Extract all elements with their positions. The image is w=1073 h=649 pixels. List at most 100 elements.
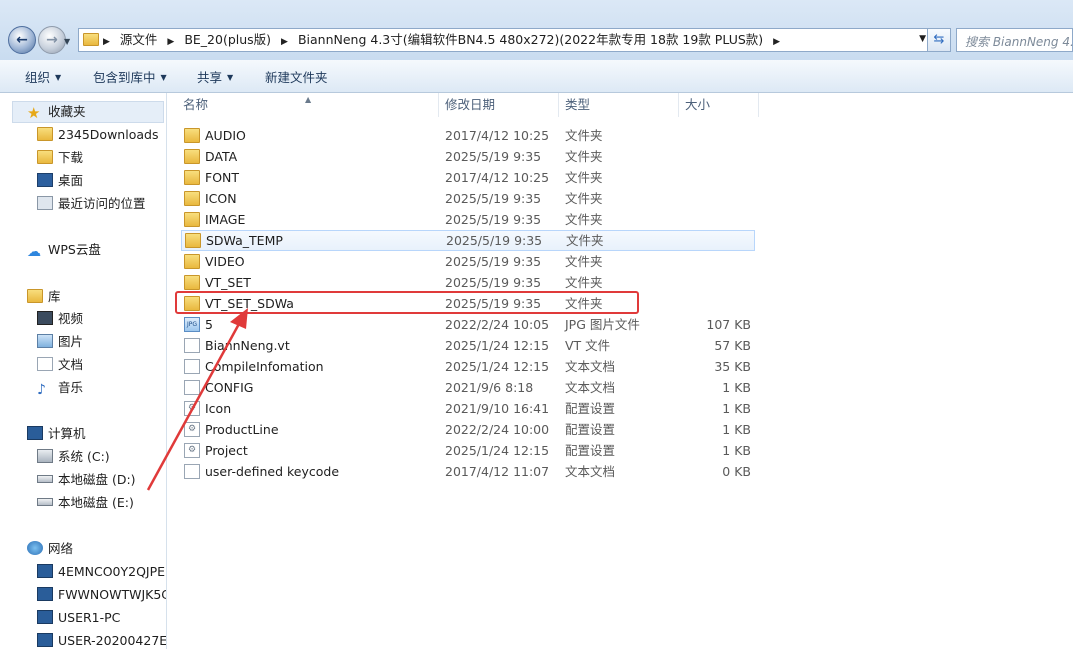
nav-label: 音乐 <box>58 380 84 395</box>
nav-item-music[interactable]: ♪ 音乐 <box>37 378 83 398</box>
nav-label: 本地磁盘 (E:) <box>58 495 134 510</box>
new-folder-button[interactable]: 新建文件夹 <box>265 67 328 86</box>
document-icon <box>37 357 53 371</box>
nav-network[interactable]: 网络 <box>27 539 73 559</box>
file-row[interactable]: CompileInfomation 2025/1/24 12:15 文本文档 35 K… <box>167 356 757 377</box>
nav-item-drive-e[interactable]: 本地磁盘 (E:) <box>37 493 134 513</box>
organize-button[interactable]: 组织 ▼ <box>25 67 61 86</box>
annotation-highlight-box <box>175 291 639 314</box>
file-size: 107 KB <box>706 317 751 332</box>
column-header-name[interactable]: ▲ 名称 <box>167 93 439 117</box>
history-dropdown-icon[interactable]: ▼ <box>64 37 70 46</box>
file-row[interactable]: FONT 2017/4/12 10:25 文件夹 <box>167 167 757 188</box>
file-row[interactable]: ProductLine 2022/2/24 10:00 配置设置 1 KB <box>167 419 757 440</box>
nav-item-downloads[interactable]: 下载 <box>37 148 83 168</box>
forward-button[interactable]: → <box>38 26 66 54</box>
file-size: 1 KB <box>722 422 751 437</box>
file-row[interactable]: user-defined keycode 2017/4/12 11:07 文本文档 0… <box>167 461 757 482</box>
breadcrumb-item[interactable]: 源文件 <box>120 32 158 47</box>
file-row[interactable]: VIDEO 2025/5/19 9:35 文件夹 <box>167 251 757 272</box>
nav-item-network-pc[interactable]: 4EMNCO0Y2QJPEI <box>37 562 166 582</box>
file-type: 文件夹 <box>565 191 603 206</box>
search-input[interactable]: 搜索 BiannNeng 4.3寸 <box>956 28 1073 52</box>
column-header-label: 名称 <box>183 97 209 112</box>
file-date: 2021/9/10 16:41 <box>445 401 550 416</box>
refresh-button[interactable]: ⇆ <box>927 28 951 52</box>
nav-item-desktop[interactable]: 桌面 <box>37 171 83 191</box>
computer-icon <box>37 610 53 624</box>
nav-item-documents[interactable]: 文档 <box>37 355 83 375</box>
column-header-size[interactable]: 大小 <box>679 93 759 117</box>
file-row[interactable]: IMAGE 2025/5/19 9:35 文件夹 <box>167 209 757 230</box>
file-row[interactable]: AUDIO 2017/4/12 10:25 文件夹 <box>167 125 757 146</box>
config-file-icon <box>184 401 200 416</box>
file-type: 配置设置 <box>565 401 616 416</box>
breadcrumb-separator-icon[interactable]: ▶ <box>281 37 288 47</box>
back-button[interactable]: ← <box>8 26 36 54</box>
file-type: 文件夹 <box>565 254 603 269</box>
file-type: 文件夹 <box>565 212 603 227</box>
nav-computer[interactable]: 计算机 <box>27 424 86 444</box>
file-row[interactable]: DATA 2025/5/19 9:35 文件夹 <box>167 146 757 167</box>
file-size: 0 KB <box>722 464 751 479</box>
file-name: ICON <box>205 191 237 206</box>
nav-label: 计算机 <box>48 426 86 441</box>
nav-label: 桌面 <box>58 173 84 188</box>
address-dropdown-icon[interactable]: ▼ <box>919 34 926 44</box>
recent-places-icon <box>37 196 53 210</box>
breadcrumb-separator-icon[interactable]: ▶ <box>167 37 174 47</box>
nav-label: 下载 <box>58 150 84 165</box>
file-row[interactable]: VT_SET 2025/5/19 9:35 文件夹 <box>167 272 757 293</box>
file-size: 1 KB <box>722 380 751 395</box>
nav-item-network-pc[interactable]: USER1-PC <box>37 608 120 628</box>
picture-icon <box>37 334 53 348</box>
include-library-button[interactable]: 包含到库中 ▼ <box>93 67 167 86</box>
text-file-icon <box>184 380 200 395</box>
folder-icon <box>37 127 53 141</box>
file-row[interactable]: CONFIG 2021/9/6 8:18 文本文档 1 KB <box>167 377 757 398</box>
nav-favorites[interactable]: ★ 收藏夹 <box>27 102 86 122</box>
file-size: 1 KB <box>722 443 751 458</box>
column-header-type[interactable]: 类型 <box>559 93 679 117</box>
address-bar[interactable]: ▶ 源文件 ▶ BE_20(plus版) ▶ BiannNeng 4.3寸(编辑… <box>78 28 951 52</box>
file-type: 文本文档 <box>565 380 616 395</box>
nav-item-2345downloads[interactable]: 2345Downloads <box>37 125 158 145</box>
file-name: DATA <box>205 149 238 164</box>
file-date: 2017/4/12 10:25 <box>445 128 550 143</box>
nav-item-videos[interactable]: 视频 <box>37 309 83 329</box>
nav-item-drive-d[interactable]: 本地磁盘 (D:) <box>37 470 136 490</box>
folder-icon <box>185 233 201 248</box>
nav-label: 收藏夹 <box>48 104 86 119</box>
breadcrumb-item[interactable]: BiannNeng 4.3寸(编辑软件BN4.5 480x272)(2022年款… <box>298 32 763 47</box>
file-name: BiannNeng.vt <box>205 338 290 353</box>
file-row[interactable]: ICON 2025/5/19 9:35 文件夹 <box>167 188 757 209</box>
share-button[interactable]: 共享 ▼ <box>197 67 233 86</box>
nav-label: USER-20200427EQ <box>58 633 167 648</box>
nav-item-network-pc[interactable]: FWWNOWTWJK5C <box>37 585 166 605</box>
nav-wps-cloud[interactable]: ☁ WPS云盘 <box>27 240 101 260</box>
nav-buttons: ← → <box>8 26 70 56</box>
nav-label: 文档 <box>58 357 84 372</box>
nav-libraries[interactable]: 库 <box>27 287 61 307</box>
breadcrumb-item[interactable]: BE_20(plus版) <box>184 32 271 47</box>
breadcrumb-separator-icon[interactable]: ▶ <box>773 37 780 47</box>
breadcrumb-separator-icon[interactable]: ▶ <box>103 37 110 47</box>
nav-item-recent[interactable]: 最近访问的位置 <box>37 194 146 214</box>
address-bar-area: ← → ▼ ▶ 源文件 ▶ BE_20(plus版) ▶ BiannNeng 4… <box>0 0 1073 60</box>
cloud-icon: ☁ <box>27 244 41 260</box>
folder-icon <box>184 191 200 206</box>
file-name: IMAGE <box>205 212 246 227</box>
nav-item-network-pc[interactable]: USER-20200427EQ <box>37 631 167 649</box>
file-row[interactable]: BiannNeng.vt 2025/1/24 12:15 VT 文件 57 KB <box>167 335 757 356</box>
file-row[interactable]: SDWa_TEMP 2025/5/19 9:35 文件夹 <box>181 230 755 251</box>
column-header-date[interactable]: 修改日期 <box>439 93 559 117</box>
file-row[interactable]: JPG 5 2022/2/24 10:05 JPG 图片文件 107 KB <box>167 314 757 335</box>
navigation-pane: ★ 收藏夹 2345Downloads 下载 桌面 最近访问的位置 ☁ WPS云盘 … <box>0 93 167 649</box>
nav-item-pictures[interactable]: 图片 <box>37 332 83 352</box>
file-name: SDWa_TEMP <box>206 233 283 248</box>
file-type: 文本文档 <box>565 464 616 479</box>
file-row[interactable]: Icon 2021/9/10 16:41 配置设置 1 KB <box>167 398 757 419</box>
file-date: 2021/9/6 8:18 <box>445 380 534 395</box>
file-row[interactable]: Project 2025/1/24 12:15 配置设置 1 KB <box>167 440 757 461</box>
nav-item-drive-c[interactable]: 系统 (C:) <box>37 447 110 467</box>
